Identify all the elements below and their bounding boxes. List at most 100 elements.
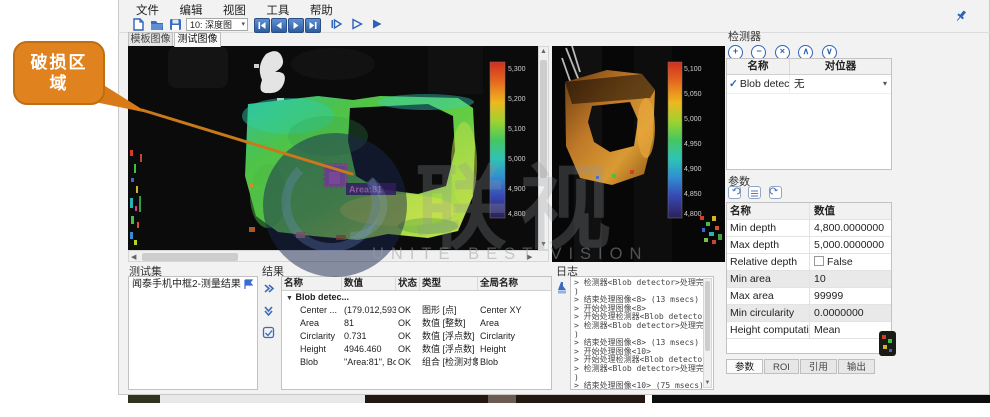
param-row-relative-depth[interactable]: Relative depth False bbox=[727, 254, 891, 271]
tab-roi[interactable]: ROI bbox=[764, 359, 799, 374]
run-step-icon[interactable] bbox=[330, 17, 344, 31]
svg-text:4,850: 4,850 bbox=[684, 191, 702, 198]
log-line: > 结束处理图像<10> (75 msecs) bbox=[574, 382, 703, 390]
scroll-up-icon[interactable]: ▲ bbox=[539, 48, 548, 55]
callout-label: 破损区域 bbox=[25, 52, 93, 95]
tab-template-image[interactable]: 模板图像 bbox=[128, 32, 173, 46]
table-row[interactable]: Height4946.460OK数值 [浮点数]Height bbox=[282, 343, 551, 356]
background-window-strip bbox=[128, 395, 160, 403]
log-output[interactable]: > 检测器<Blob detector>处理完毕 (10 msecs ) > 结… bbox=[570, 276, 714, 390]
results-table: 名称数值状态类型全局名称 ▼ Blob detec... Center ...(… bbox=[281, 276, 552, 390]
scroll-right-icon[interactable]: ▶ bbox=[527, 253, 532, 261]
detector-header-row: 名称 对位器 bbox=[727, 59, 891, 75]
svg-text:5,000: 5,000 bbox=[684, 116, 702, 123]
param-undo-icon[interactable] bbox=[728, 186, 741, 199]
pin-icon[interactable] bbox=[954, 9, 968, 23]
aligner-combo[interactable]: 无 ▾ bbox=[790, 75, 891, 93]
log-line: > 检测器<Blob detector>处理完毕 (10 msecs bbox=[574, 279, 703, 288]
tab-output[interactable]: 输出 bbox=[838, 359, 875, 374]
svg-text:4,800: 4,800 bbox=[684, 211, 702, 218]
hscroll-thumb[interactable] bbox=[142, 253, 238, 261]
chevron-down-icon: ▾ bbox=[883, 75, 887, 93]
svg-text:5,100: 5,100 bbox=[508, 126, 526, 133]
params-header-row: 名称数值 bbox=[727, 203, 891, 220]
param-grid-icon[interactable] bbox=[748, 186, 761, 199]
param-row-min-circularity[interactable]: Min circularity0.0000000 bbox=[727, 305, 891, 322]
background-window-strip bbox=[160, 395, 365, 403]
last-image-button[interactable] bbox=[305, 18, 321, 33]
tab-test-image[interactable]: 测试图像 bbox=[174, 32, 221, 47]
svg-text:5,000: 5,000 bbox=[508, 156, 526, 163]
image-tab-bar: 模板图像 测试图像 bbox=[118, 32, 990, 46]
detector-name: Blob detector bbox=[740, 78, 790, 90]
param-row-max-area[interactable]: Max area99999 bbox=[727, 288, 891, 305]
svg-text:5,100: 5,100 bbox=[684, 66, 702, 73]
collapse-all-icon[interactable] bbox=[262, 304, 275, 317]
detector-table: 名称 对位器 ✓Blob detector 无 ▾ bbox=[726, 58, 892, 170]
log-line: > 检测器<Blob detector>处理完毕 (10 msecs bbox=[574, 322, 703, 331]
chevron-down-icon: ▾ bbox=[241, 19, 245, 31]
svg-text:5,300: 5,300 bbox=[508, 66, 526, 73]
expand-all-icon[interactable] bbox=[262, 282, 275, 295]
clear-log-icon[interactable] bbox=[556, 281, 568, 294]
background-window-strip bbox=[652, 395, 990, 403]
results-header-row: 名称数值状态类型全局名称 bbox=[282, 277, 551, 291]
image-selector-value: 10: 深度图 bbox=[190, 20, 232, 30]
results-group-row[interactable]: ▼ Blob detec... bbox=[282, 291, 551, 304]
right-panel-tabs: 参数ROI引用输出 bbox=[726, 357, 876, 375]
mini-preview-icon[interactable] bbox=[879, 331, 896, 356]
test-set-list[interactable]: 闻泰手机中框2-测量结果 bbox=[128, 276, 258, 390]
params-table: 名称数值 Min depth4,800.0000000 Max depth5,0… bbox=[726, 202, 892, 354]
flag-icon[interactable] bbox=[243, 279, 254, 290]
scroll-left-icon[interactable]: ◀ bbox=[131, 253, 136, 261]
first-image-button[interactable] bbox=[254, 18, 270, 33]
detector-toolbar: + − × ∧ ∨ bbox=[728, 41, 841, 55]
scroll-down-icon[interactable]: ▼ bbox=[539, 241, 548, 248]
table-row[interactable]: Blob"Area:81", Box...OK组合 [检测对象]Blob bbox=[282, 356, 551, 369]
table-row[interactable]: Center ...(179.012,593.6...OK图形 [点]Cente… bbox=[282, 304, 551, 317]
tab-reference[interactable]: 引用 bbox=[800, 359, 837, 374]
list-item[interactable]: 闻泰手机中框2-测量结果 bbox=[129, 277, 257, 292]
param-row-min-depth[interactable]: Min depth4,800.0000000 bbox=[727, 220, 891, 237]
scroll-down-icon[interactable]: ▼ bbox=[704, 380, 711, 386]
log-scrollbar[interactable]: ▼ bbox=[703, 278, 712, 388]
tree-expand-icon[interactable]: ▼ bbox=[286, 295, 293, 302]
image-selector-combo[interactable]: 10: 深度图 ▾ bbox=[186, 18, 248, 31]
vertical-scrollbar[interactable]: ▲ ▼ bbox=[538, 46, 549, 250]
svg-text:5,050: 5,050 bbox=[684, 91, 702, 98]
menu-bar: 文件 编辑 视图 工具 帮助 bbox=[128, 1, 988, 16]
save-icon[interactable] bbox=[169, 18, 182, 31]
detector-row[interactable]: ✓Blob detector 无 ▾ bbox=[727, 75, 891, 94]
svg-text:4,800: 4,800 bbox=[508, 211, 526, 218]
new-file-icon[interactable] bbox=[132, 18, 145, 31]
run-once-icon[interactable] bbox=[350, 17, 364, 31]
detector-enabled-checkbox[interactable]: ✓ bbox=[727, 78, 740, 90]
svg-text:4,900: 4,900 bbox=[508, 186, 526, 193]
log-line: > 检测器<Blob detector>处理完毕 (71 msecs bbox=[574, 365, 703, 374]
toolbar: 10: 深度图 ▾ bbox=[118, 16, 990, 33]
test-set-item-label: 闻泰手机中框2-测量结果 bbox=[132, 279, 241, 290]
vscroll-thumb[interactable] bbox=[540, 60, 547, 178]
table-row[interactable]: Area81OK数值 [整数]Area bbox=[282, 317, 551, 330]
roi-area-label: Area:81 bbox=[349, 185, 382, 195]
tab-params[interactable]: 参数 bbox=[726, 359, 763, 374]
check-results-icon[interactable] bbox=[262, 326, 275, 339]
run-all-icon[interactable] bbox=[370, 17, 384, 31]
svg-text:4,950: 4,950 bbox=[684, 141, 702, 148]
param-row-height-computation[interactable]: Height computationMean bbox=[727, 322, 891, 339]
open-folder-icon[interactable] bbox=[150, 18, 164, 31]
test-image-viewport[interactable]: Area:81 5,300 5,200 5,100 5,000 4,900 4,… bbox=[128, 46, 538, 250]
background-window-strip bbox=[365, 395, 645, 403]
blob-roi-box bbox=[324, 164, 347, 187]
results-toolbar bbox=[262, 282, 278, 344]
next-image-button[interactable] bbox=[288, 18, 304, 33]
param-redo-icon[interactable] bbox=[769, 186, 782, 199]
param-row-min-area[interactable]: Min area10 bbox=[727, 271, 891, 288]
result-image-viewport[interactable]: 5,100 5,050 5,000 4,950 4,900 4,850 4,80… bbox=[552, 46, 725, 262]
table-row[interactable]: Circlarity0.731OK数值 [浮点数]Circlarity bbox=[282, 330, 551, 343]
svg-text:5,200: 5,200 bbox=[508, 96, 526, 103]
param-row-max-depth[interactable]: Max depth5,000.0000000 bbox=[727, 237, 891, 254]
horizontal-scrollbar[interactable]: ◀ ▶ bbox=[128, 250, 549, 262]
relative-depth-checkbox[interactable] bbox=[814, 256, 824, 266]
prev-image-button[interactable] bbox=[271, 18, 287, 33]
